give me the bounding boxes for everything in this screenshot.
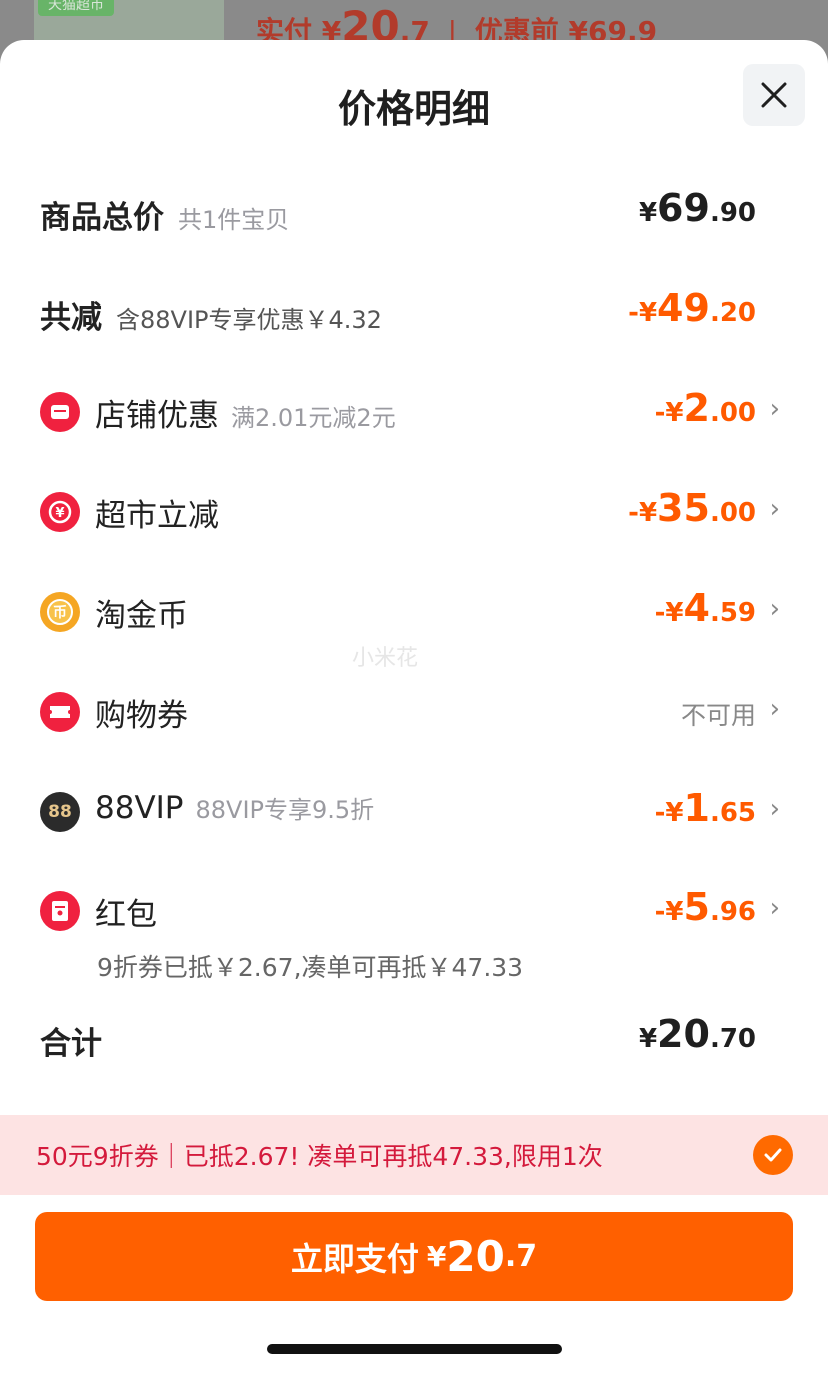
chevron-right-icon: › bbox=[769, 694, 780, 724]
discount-amount: -¥35.00 bbox=[628, 486, 756, 530]
store-tag: 天猫超市 bbox=[38, 0, 114, 16]
close-icon bbox=[761, 82, 787, 108]
red-packet-icon bbox=[40, 891, 80, 931]
watermark: 小米花 bbox=[352, 646, 419, 671]
summary-amount: ¥20.70 bbox=[638, 1012, 756, 1056]
discount-amount: -¥5.96 bbox=[654, 885, 756, 929]
shop-icon bbox=[40, 392, 80, 432]
red-packet-note: 9折券已抵￥2.67,凑单可再抵￥47.33 bbox=[97, 953, 524, 982]
discount-label: 超市立减 bbox=[95, 498, 219, 534]
chevron-right-icon: › bbox=[769, 794, 780, 824]
svg-text:币: 币 bbox=[53, 605, 67, 621]
chevron-right-icon: › bbox=[769, 494, 780, 524]
vip-88-icon: 88 bbox=[40, 792, 80, 832]
discount-row-coins[interactable]: 币 淘金币 -¥4.59 › bbox=[0, 586, 828, 634]
chevron-right-icon: › bbox=[769, 394, 780, 424]
discount-row-voucher[interactable]: 购物券 不可用 › bbox=[0, 690, 828, 734]
goods-total-amount: ¥69.90 bbox=[638, 186, 756, 230]
home-indicator bbox=[267, 1344, 562, 1354]
pay-now-button[interactable]: 立即支付 ¥20.7 bbox=[35, 1212, 793, 1301]
chevron-right-icon: › bbox=[769, 893, 780, 923]
discount-row-shop[interactable]: 店铺优惠 满2.01元减2元 -¥2.00 › bbox=[0, 386, 828, 434]
close-button[interactable] bbox=[743, 64, 805, 126]
coin-icon: 币 bbox=[40, 592, 80, 632]
coupon-banner-text: 50元9折券｜已抵2.67! 凑单可再抵47.33,限用1次 bbox=[36, 1142, 603, 1171]
goods-total-label: 商品总价 bbox=[40, 200, 164, 236]
discount-row-supermarket[interactable]: ¥ 超市立减 -¥35.00 › bbox=[0, 486, 828, 534]
discount-detail: 满2.01元减2元 bbox=[231, 404, 396, 432]
summary-label: 合计 bbox=[40, 1026, 102, 1062]
yen-icon: ¥ bbox=[40, 492, 80, 532]
discount-amount: -¥2.00 bbox=[654, 386, 756, 430]
discount-amount: -¥1.65 bbox=[654, 786, 756, 830]
discount-label: 88VIP bbox=[95, 790, 184, 826]
chevron-right-icon: › bbox=[769, 594, 780, 624]
discount-label: 淘金币 bbox=[95, 598, 188, 634]
sheet-title: 价格明细 bbox=[337, 87, 490, 131]
total-reduction-amount: -¥49.20 bbox=[628, 286, 756, 330]
goods-count: 共1件宝贝 bbox=[178, 206, 290, 234]
discount-row-red-packet[interactable]: 红包 -¥5.96 › bbox=[0, 885, 828, 933]
checkmark-icon[interactable] bbox=[753, 1135, 793, 1175]
coupon-banner[interactable]: 50元9折券｜已抵2.67! 凑单可再抵47.33,限用1次 bbox=[0, 1115, 828, 1195]
discount-amount: -¥4.59 bbox=[654, 586, 756, 630]
svg-text:¥: ¥ bbox=[55, 506, 64, 521]
discount-detail: 88VIP专享9.5折 bbox=[195, 796, 375, 824]
ticket-icon bbox=[40, 692, 80, 732]
total-reduction-label: 共减 bbox=[40, 300, 102, 336]
discount-label: 购物券 bbox=[95, 698, 188, 734]
discount-label: 店铺优惠 bbox=[95, 398, 219, 434]
discount-label: 红包 bbox=[95, 897, 157, 933]
unavailable-status: 不可用 bbox=[680, 701, 756, 730]
vip-discount-note: 含88VIP专享优惠￥4.32 bbox=[116, 306, 382, 334]
price-detail-sheet: 价格明细 商品总价 共1件宝贝 ¥69.90 共减 含88VIP专享优惠￥4.32 … bbox=[0, 40, 828, 1373]
discount-row-88vip[interactable]: 88 88VIP 88VIP专享9.5折 -¥1.65 › bbox=[0, 786, 828, 834]
